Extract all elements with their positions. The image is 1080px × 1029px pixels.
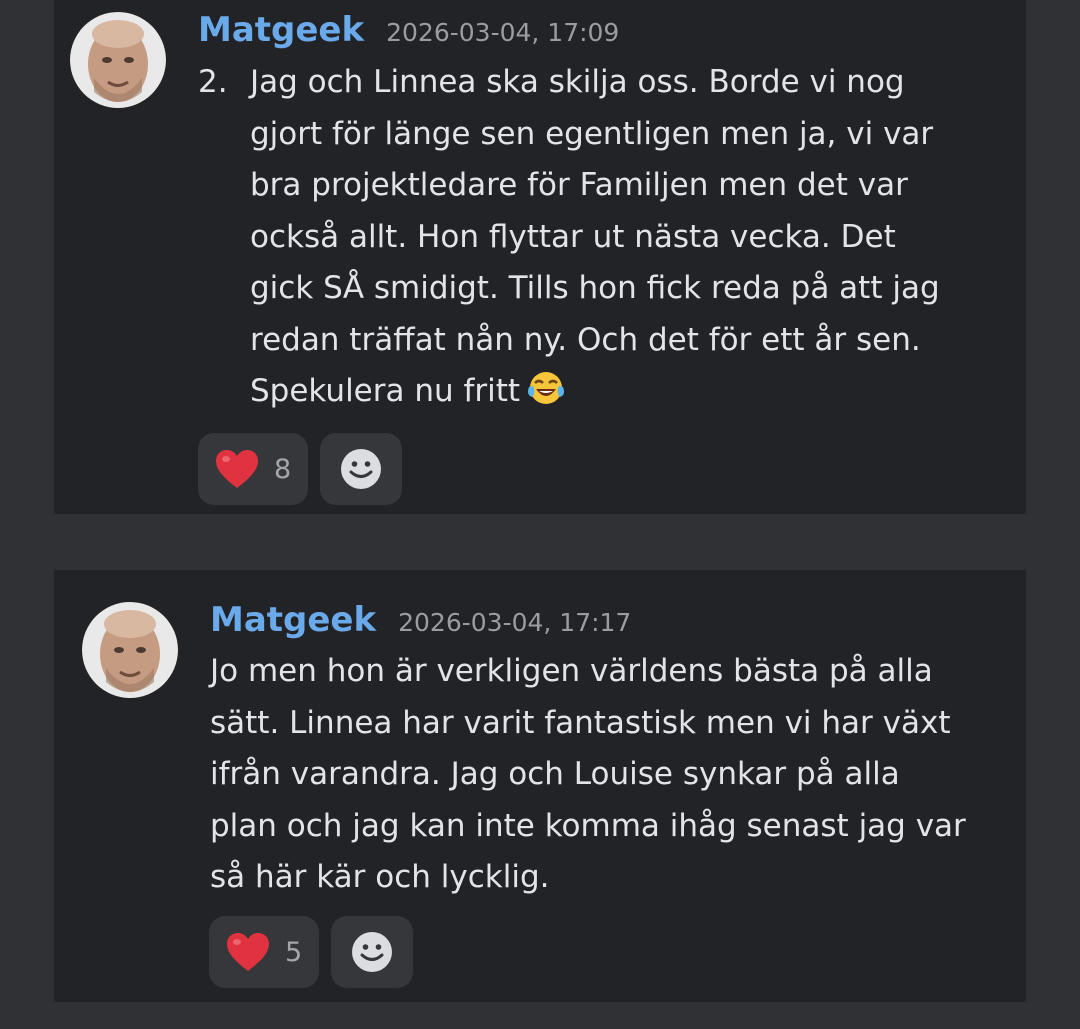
- message-body: 2. Jag och Linnea ska skilja oss. Borde …: [198, 57, 998, 418]
- face-with-tears-of-joy-icon: [528, 372, 565, 404]
- red-heart-icon: [216, 450, 258, 488]
- avatar[interactable]: [70, 12, 166, 108]
- reaction-count: 5: [285, 936, 303, 968]
- red-heart-icon: [227, 933, 269, 971]
- heart-reaction-button[interactable]: 5: [209, 916, 319, 988]
- message-card-1: Matgeek 2026-03-04, 17:09 2. Jag och Lin…: [54, 0, 1026, 514]
- message-line: också allt. Hon flyttar ut nästa vecka. …: [250, 218, 896, 255]
- avatar-face-icon: [82, 602, 178, 698]
- avatar-face-icon: [70, 12, 166, 108]
- list-number: 2.: [198, 64, 228, 100]
- add-reaction-button[interactable]: [320, 433, 402, 505]
- message-line: Spekulera nu fritt: [250, 373, 521, 409]
- message-line-last: Spekulera nu fritt: [250, 366, 998, 418]
- message-card-2: Matgeek 2026-03-04, 17:17 Jo men hon är …: [54, 570, 1026, 1002]
- message-line: Jo men hon är verkligen världens bästa p…: [210, 653, 933, 689]
- message-line: ifrån varandra. Jag och Louise synkar på…: [210, 756, 900, 792]
- list-item: 2. Jag och Linnea ska skilja oss. Borde …: [198, 57, 998, 418]
- author-name[interactable]: Matgeek: [210, 600, 376, 640]
- author-name[interactable]: Matgeek: [198, 10, 364, 50]
- message-line: Jag och Linnea ska skilja oss. Borde vi …: [250, 64, 905, 100]
- add-reaction-button[interactable]: [331, 916, 413, 988]
- smiley-icon: [341, 449, 381, 489]
- message-line: redan träffat nån ny. Och det för ett år…: [250, 321, 921, 358]
- avatar[interactable]: [82, 602, 178, 698]
- reaction-count: 8: [274, 453, 292, 485]
- message-line: bra projektledare för Familjen men det v…: [250, 167, 908, 203]
- message-line: gick SÅ smidigt. Tills hon fick reda på …: [250, 270, 940, 306]
- reactions-bar: 8: [198, 433, 402, 505]
- message-line: så här kär och lycklig.: [210, 859, 550, 895]
- message-body: Jo men hon är verkligen världens bästa p…: [210, 646, 1010, 904]
- smiley-icon: [352, 932, 392, 972]
- message-line: plan och jag kan inte komma ihåg senast …: [210, 807, 966, 844]
- message-line: sätt. Linnea har varit fantastisk men vi…: [210, 704, 951, 741]
- heart-reaction-button[interactable]: 8: [198, 433, 308, 505]
- timestamp: 2026-03-04, 17:09: [386, 18, 620, 47]
- message-header: Matgeek 2026-03-04, 17:09: [198, 10, 619, 50]
- reactions-bar: 5: [209, 916, 413, 988]
- timestamp: 2026-03-04, 17:17: [398, 608, 632, 637]
- list-item-text: Jag och Linnea ska skilja oss. Borde vi …: [250, 57, 998, 418]
- message-line: gjort för länge sen egentligen men ja, v…: [250, 115, 934, 152]
- message-header: Matgeek 2026-03-04, 17:17: [210, 600, 631, 640]
